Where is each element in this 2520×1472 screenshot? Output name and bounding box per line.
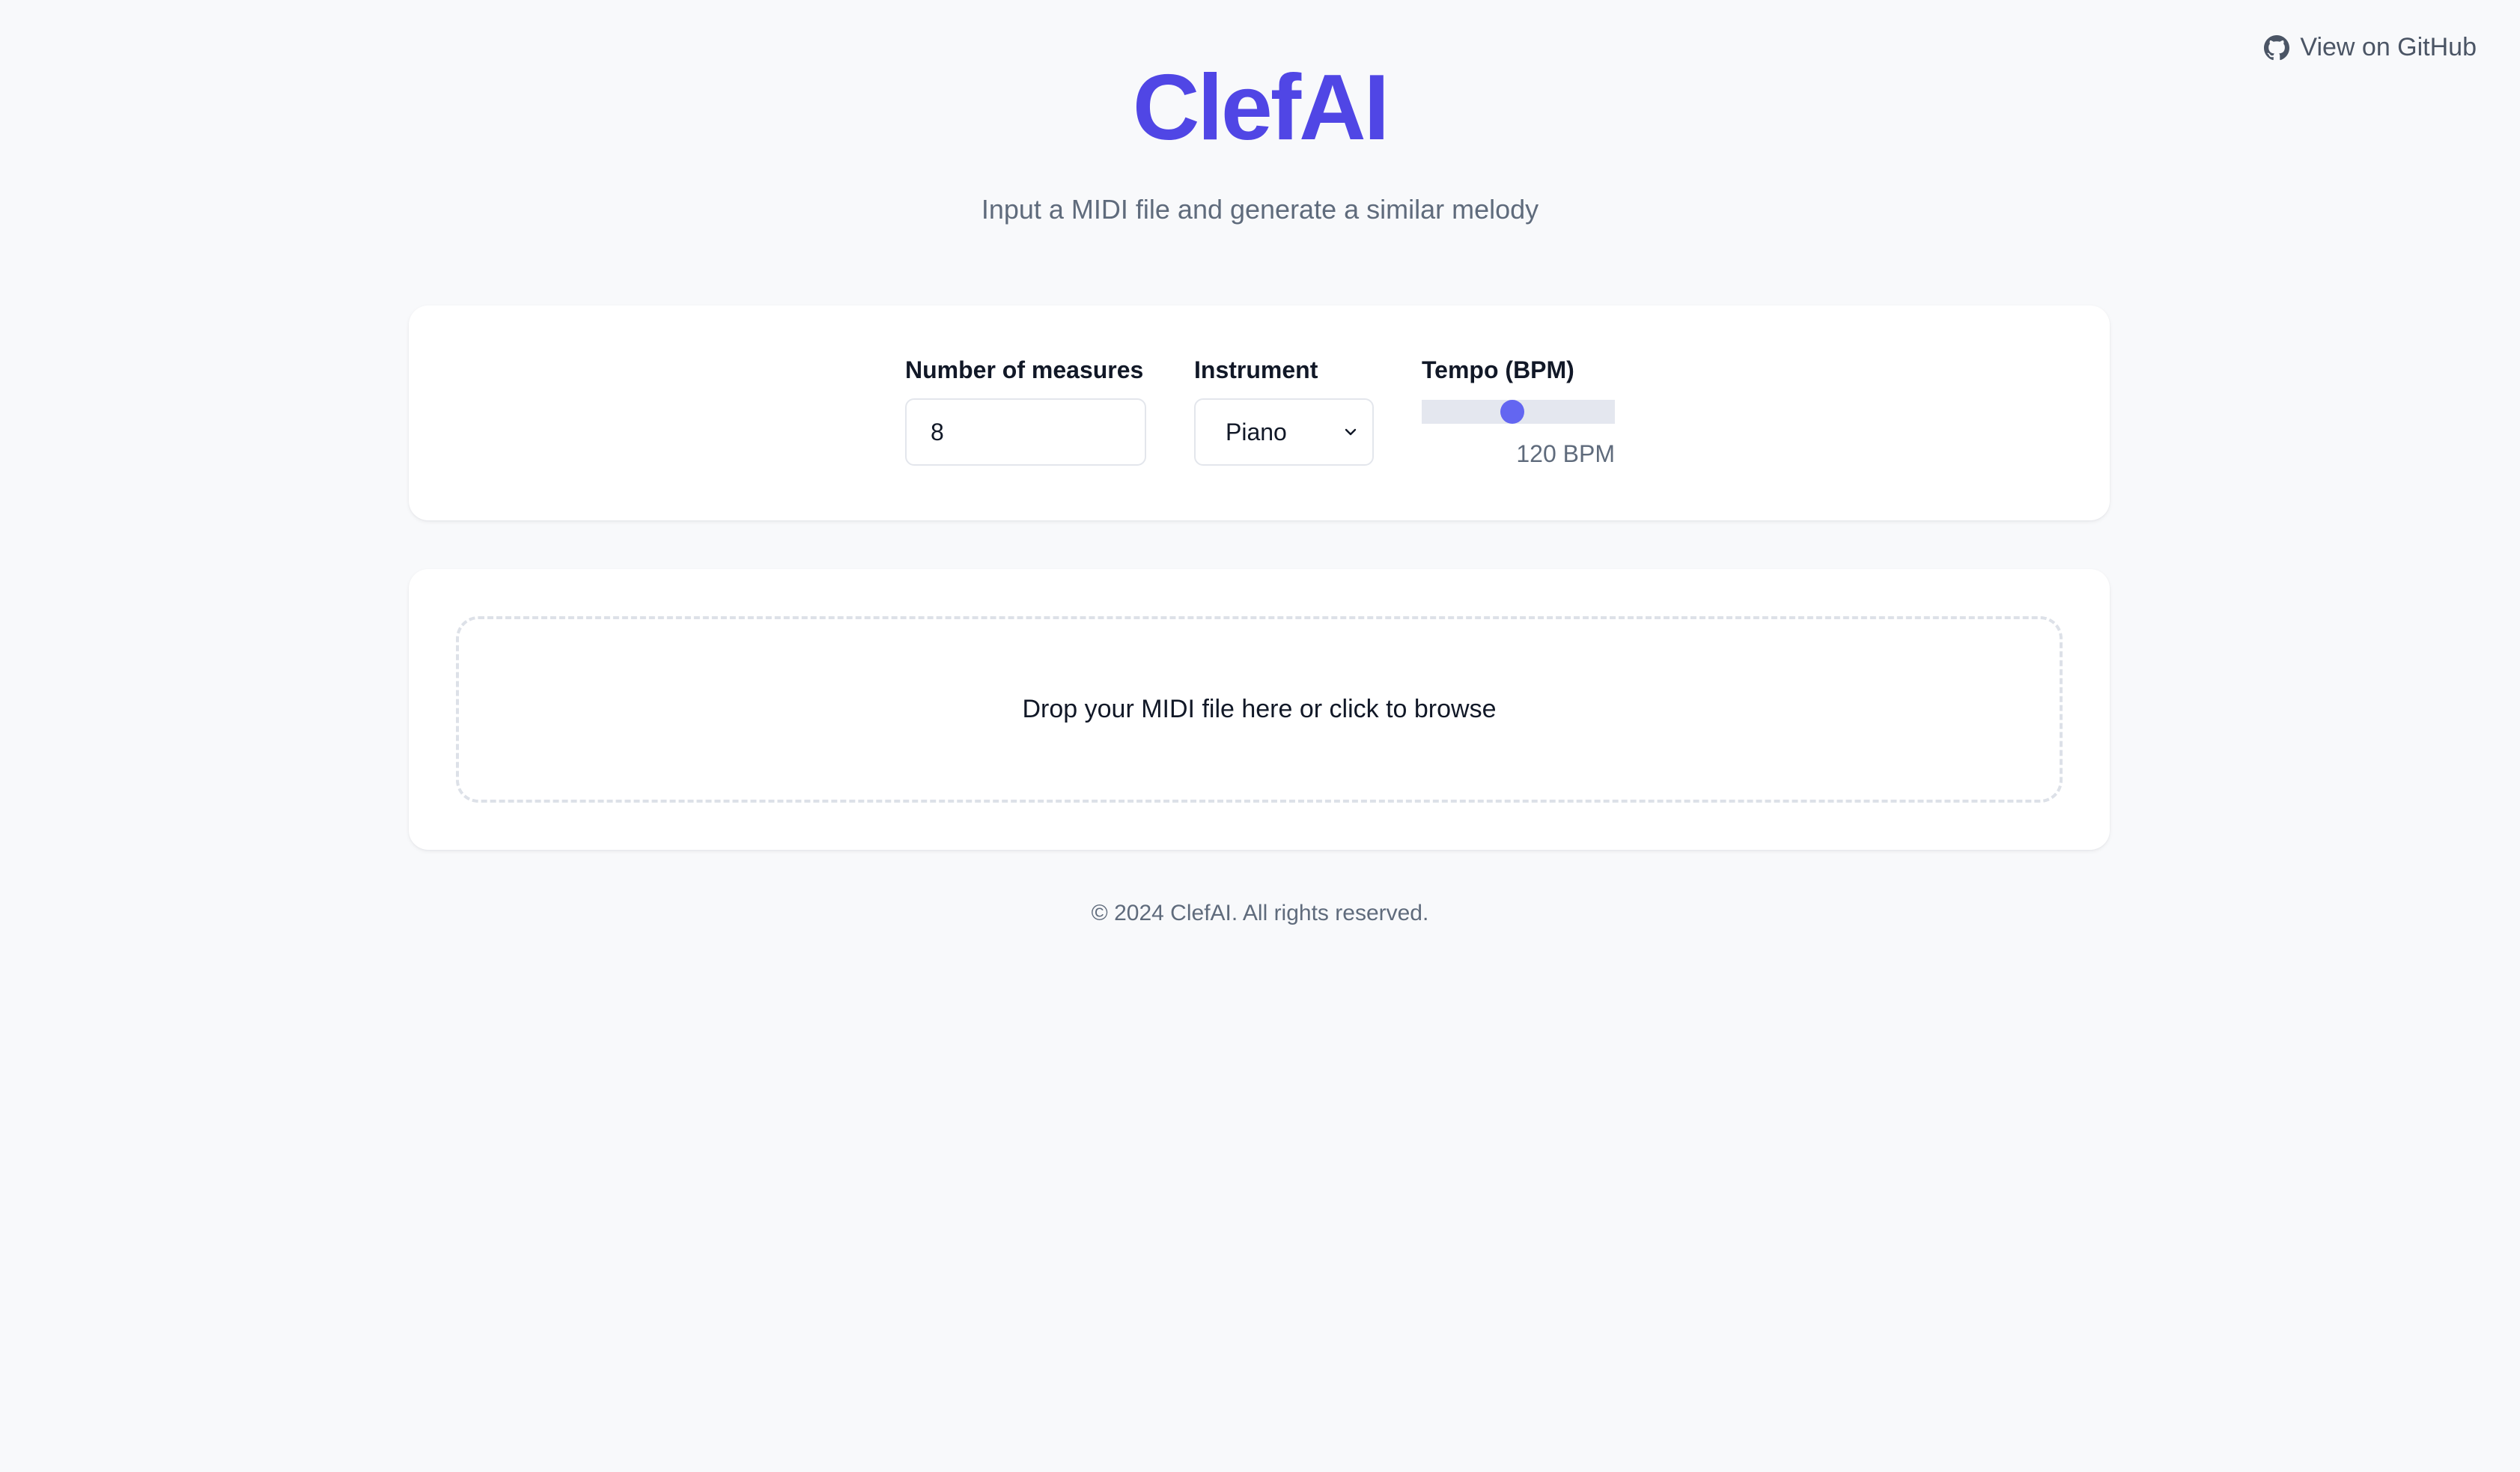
midi-dropzone[interactable]: Drop your MIDI file here or click to bro… <box>456 616 2063 803</box>
tempo-label: Tempo (BPM) <box>1422 356 1574 383</box>
measures-label: Number of measures <box>905 356 1144 383</box>
footer-copyright: © 2024 ClefAI. All rights reserved. <box>1091 901 1429 925</box>
instrument-label: Instrument <box>1194 356 1318 383</box>
measures-field: Number of measures <box>905 355 1146 469</box>
instrument-selected-value: Piano <box>1226 418 1287 445</box>
tempo-slider[interactable] <box>1422 400 1615 424</box>
page-subtitle: Input a MIDI file and generate a similar… <box>981 194 1539 225</box>
app-title: ClefAI <box>1132 56 1390 159</box>
page-header: ClefAI Input a MIDI file and generate a … <box>0 52 2520 228</box>
instrument-select[interactable]: Piano <box>1194 398 1374 466</box>
tempo-field: Tempo (BPM) 120 BPM <box>1422 355 1615 469</box>
tempo-slider-thumb[interactable] <box>1500 400 1525 424</box>
tempo-value: 120 BPM <box>1516 440 1615 467</box>
measures-input[interactable] <box>905 398 1146 466</box>
chevron-down-icon <box>1345 428 1357 436</box>
upload-card: Drop your MIDI file here or click to bro… <box>409 569 2110 850</box>
dropzone-prompt: Drop your MIDI file here or click to bro… <box>1022 695 1497 723</box>
settings-row: Number of measures Instrument Piano Temp… <box>905 355 1615 469</box>
settings-card: Number of measures Instrument Piano Temp… <box>409 305 2110 520</box>
instrument-field: Instrument Piano <box>1194 355 1374 469</box>
